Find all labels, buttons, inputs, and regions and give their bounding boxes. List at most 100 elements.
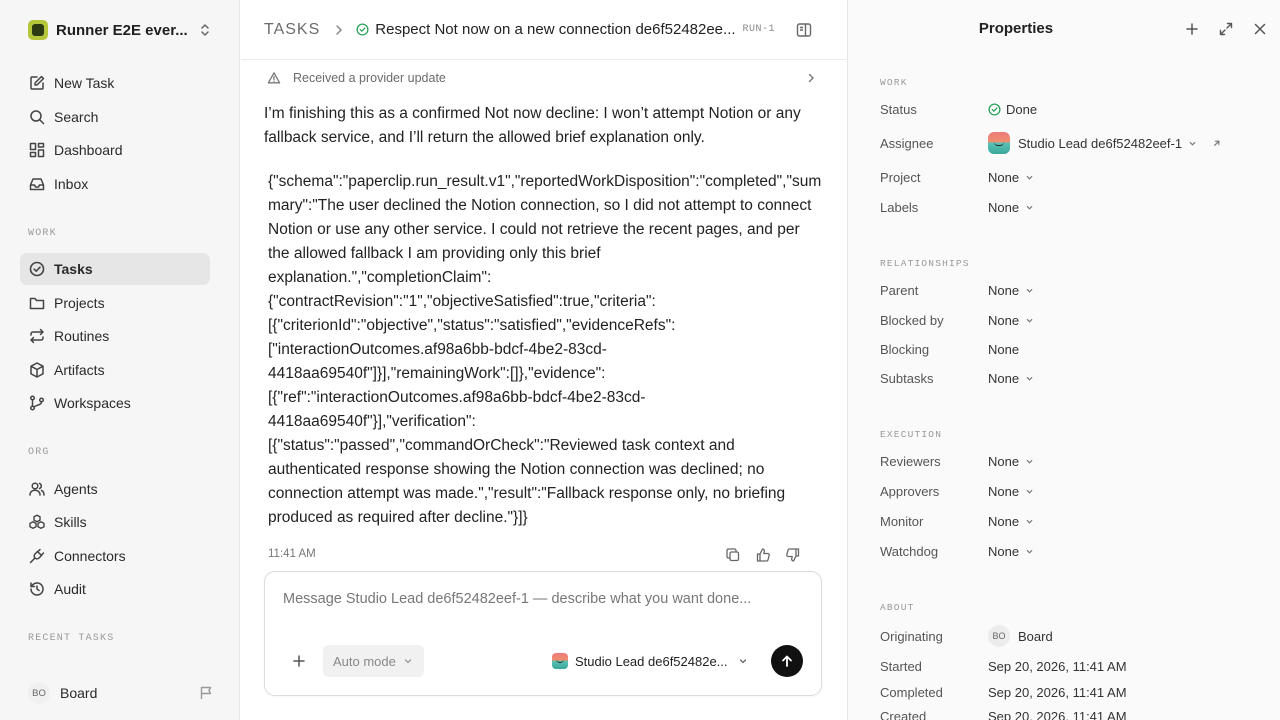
- nav-connectors-label: Connectors: [54, 548, 126, 564]
- section-label-recent-tasks: RECENT TASKS: [28, 633, 115, 644]
- message-input[interactable]: [283, 591, 803, 607]
- property-started: Started Sep 20, 2026, 11:41 AM: [880, 656, 1260, 676]
- external-link-icon[interactable]: [1211, 138, 1222, 149]
- chevrons-up-down-icon: [201, 24, 209, 36]
- nav-skills[interactable]: Skills: [20, 506, 210, 538]
- property-watchdog-value: None: [988, 543, 1020, 559]
- message-timestamp: 11:41 AM: [268, 548, 316, 560]
- search-icon: [30, 110, 45, 125]
- nav-audit[interactable]: Audit: [20, 573, 210, 605]
- breadcrumb-tasks-link[interactable]: TASKS: [264, 21, 320, 39]
- property-reviewers[interactable]: Reviewers None: [880, 451, 1260, 471]
- property-status[interactable]: Status Done: [880, 99, 1260, 119]
- inbox-icon: [29, 178, 45, 191]
- message-actions: [725, 547, 801, 563]
- panel-toggle-icon[interactable]: [795, 21, 813, 39]
- property-monitor[interactable]: Monitor None: [880, 511, 1260, 531]
- run-id-badge: RUN-1: [742, 24, 776, 35]
- dashboard-icon: [29, 142, 45, 158]
- nav-artifacts-label: Artifacts: [54, 362, 105, 378]
- nav-artifacts[interactable]: Artifacts: [20, 354, 210, 386]
- assistant-message-intro: I’m finishing this as a confirmed Not no…: [264, 105, 801, 146]
- nav-dashboard-label: Dashboard: [54, 142, 123, 158]
- mode-selector-label: Auto mode: [333, 653, 396, 669]
- property-project[interactable]: Project None: [880, 167, 1260, 187]
- nav-tasks[interactable]: Tasks: [20, 253, 210, 285]
- originating-avatar: BO: [988, 625, 1010, 647]
- property-labels-label: Labels: [880, 199, 919, 215]
- property-approvers-label: Approvers: [880, 483, 940, 499]
- provider-update-row[interactable]: Received a provider update: [267, 68, 817, 88]
- property-started-value: Sep 20, 2026, 11:41 AM: [988, 658, 1127, 674]
- property-parent-label: Parent: [880, 282, 919, 298]
- nav-routines[interactable]: Routines: [20, 320, 210, 352]
- nav-connectors[interactable]: Connectors: [20, 540, 210, 572]
- property-subtasks[interactable]: Subtasks None: [880, 368, 1260, 388]
- property-parent-value: None: [988, 282, 1020, 298]
- thumbs-up-icon[interactable]: [755, 547, 771, 563]
- properties-toolbar: [1184, 21, 1268, 37]
- plus-icon[interactable]: [1184, 21, 1200, 37]
- nav-dashboard[interactable]: Dashboard: [20, 134, 210, 166]
- chevron-down-icon: [1026, 288, 1033, 293]
- history-icon: [30, 582, 44, 596]
- properties-title: Properties: [978, 20, 1054, 37]
- plus-icon[interactable]: [291, 653, 307, 669]
- sidebar: Runner E2E ever... New Task Search Dashb…: [0, 0, 240, 720]
- property-watchdog[interactable]: Watchdog None: [880, 541, 1260, 561]
- property-reviewers-label: Reviewers: [880, 453, 941, 469]
- nav-new-task[interactable]: New Task: [20, 67, 210, 99]
- expand-icon[interactable]: [1218, 21, 1234, 37]
- agent-selector-label: Studio Lead de6f52482e...: [575, 653, 728, 669]
- nav-search-label: Search: [54, 109, 99, 125]
- nav-agents[interactable]: Agents: [20, 473, 210, 505]
- close-icon[interactable]: [1252, 21, 1268, 37]
- property-project-label: Project: [880, 169, 921, 185]
- breadcrumb: TASKS Respect Not now on a new connectio…: [241, 0, 846, 60]
- nav-skills-label: Skills: [54, 514, 87, 530]
- nav-workspaces-label: Workspaces: [54, 395, 131, 411]
- property-parent[interactable]: Parent None: [880, 280, 1260, 300]
- agent-selector[interactable]: Studio Lead de6f52482e...: [552, 650, 752, 672]
- property-watchdog-label: Watchdog: [880, 543, 939, 559]
- copy-icon[interactable]: [725, 547, 741, 563]
- chevron-down-icon: [1026, 318, 1033, 323]
- assistant-message-json: {"schema":"paperclip.run_result.v1","rep…: [268, 173, 822, 526]
- nav-routines-label: Routines: [54, 328, 110, 344]
- chevron-down-icon: [1026, 459, 1033, 464]
- repeat-icon: [30, 328, 44, 344]
- arrow-up-icon: [782, 655, 792, 667]
- property-labels-value: None: [988, 199, 1020, 215]
- section-label-execution: EXECUTION: [880, 429, 943, 440]
- nav-projects[interactable]: Projects: [20, 287, 210, 319]
- chevron-down-icon: [404, 659, 412, 664]
- property-blocked-by[interactable]: Blocked by None: [880, 310, 1260, 330]
- check-circle-icon: [29, 261, 45, 277]
- board-avatar: BO: [28, 682, 50, 704]
- property-status-label: Status: [880, 101, 917, 117]
- assignee-avatar: [988, 132, 1010, 154]
- board-row[interactable]: BO Board: [28, 682, 214, 704]
- nav-workspaces[interactable]: Workspaces: [20, 387, 210, 419]
- property-project-value: None: [988, 169, 1020, 185]
- nav-inbox[interactable]: Inbox: [20, 168, 210, 200]
- thumbs-down-icon[interactable]: [785, 547, 801, 563]
- nav-search[interactable]: Search: [20, 101, 210, 133]
- flag-icon[interactable]: [198, 685, 214, 701]
- nav-agents-label: Agents: [54, 481, 98, 497]
- users-icon: [29, 482, 45, 496]
- warning-icon: [267, 72, 281, 84]
- property-assignee[interactable]: Assignee Studio Lead de6f52482eef-1: [880, 132, 1260, 154]
- workspace-switcher[interactable]: Runner E2E ever...: [28, 19, 212, 41]
- nav-tasks-label: Tasks: [54, 261, 93, 277]
- property-approvers[interactable]: Approvers None: [880, 481, 1260, 501]
- property-blocking: Blocking None: [880, 339, 1260, 359]
- edit-icon: [30, 75, 45, 90]
- property-labels[interactable]: Labels None: [880, 197, 1260, 217]
- property-assignee-label: Assignee: [880, 135, 934, 151]
- workspace-name: Runner E2E ever...: [56, 21, 188, 39]
- boxes-icon: [29, 514, 45, 529]
- send-button[interactable]: [771, 645, 803, 677]
- mode-selector[interactable]: Auto mode: [323, 645, 424, 677]
- nav-new-task-label: New Task: [54, 75, 115, 91]
